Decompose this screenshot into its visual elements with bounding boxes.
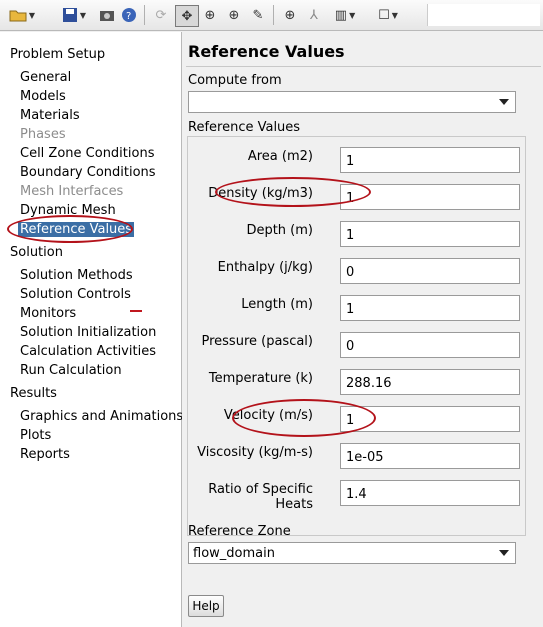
tree-item-plots[interactable]: Plots (20, 428, 51, 443)
tree-item-reports[interactable]: Reports (20, 447, 70, 462)
tree-item-calculation-activities[interactable]: Calculation Activities (20, 344, 156, 359)
probe-icon[interactable]: ✎ (248, 5, 268, 25)
tree-header-solution[interactable]: Solution (10, 245, 63, 260)
depth-field[interactable]: 1 (340, 221, 520, 247)
specific-heat-ratio-label: Ratio of Specific Heats (208, 482, 313, 512)
compute-from-select[interactable] (188, 91, 516, 113)
axes-icon[interactable]: ⅄ (304, 5, 324, 25)
help-circle-icon[interactable]: ? (120, 5, 138, 25)
zoom-in-icon[interactable]: ⊕ (224, 5, 244, 25)
reference-zone-value: flow_domain (193, 546, 275, 561)
zoom-box-icon[interactable]: ⊕ (280, 5, 300, 25)
specific-heat-ratio-field[interactable]: 1.4 (340, 480, 520, 506)
tree-item-solution-initialization[interactable]: Solution Initialization (20, 325, 156, 340)
pressure-field[interactable]: 0 (340, 332, 520, 358)
reference-values-panel: Reference Values Compute from Reference … (182, 32, 543, 627)
annotation-ellipse-velocity (232, 399, 376, 437)
tree-item-models[interactable]: Models (20, 89, 66, 104)
layout-icon[interactable]: ▥ ▼ (328, 5, 362, 25)
save-disk-icon[interactable]: ▼ (56, 5, 92, 25)
reference-values-group-label: Reference Values (188, 120, 301, 135)
open-folder-icon[interactable]: ▼ (8, 5, 36, 25)
tree-item-mesh-interfaces: Mesh Interfaces (20, 184, 124, 199)
reference-zone-label: Reference Zone (188, 524, 291, 539)
tree-item-solution-methods[interactable]: Solution Methods (20, 268, 133, 283)
toolbar: ▼ ▼ ? ⟳ ✥ ⊕ ⊕ ✎ ⊕ ⅄ ▥ ▼ ☐ ▼ (0, 0, 543, 31)
window-icon[interactable]: ☐ ▼ (368, 5, 408, 25)
annotation-dash-mark (130, 310, 142, 312)
depth-label: Depth (m) (246, 223, 313, 238)
annotation-ellipse-density (215, 177, 371, 207)
chevron-down-icon (499, 99, 509, 105)
pan-move-icon[interactable]: ✥ (175, 5, 199, 27)
panel-title: Reference Values (188, 42, 345, 61)
divider (186, 66, 541, 67)
tree-item-solution-controls[interactable]: Solution Controls (20, 287, 131, 302)
tree-item-general[interactable]: General (20, 70, 71, 85)
annotation-ellipse-reference-values (7, 215, 133, 243)
navigation-tree: Problem Setup General Models Materials P… (0, 32, 183, 627)
chevron-down-icon (499, 550, 509, 556)
tree-header-problem-setup[interactable]: Problem Setup (10, 47, 105, 62)
pressure-label: Pressure (pascal) (201, 334, 313, 349)
rotate-icon[interactable]: ⟳ (151, 5, 171, 25)
temperature-field[interactable]: 288.16 (340, 369, 520, 395)
zoom-fit-icon[interactable]: ⊕ (200, 5, 220, 25)
tree-item-cell-zone-conditions[interactable]: Cell Zone Conditions (20, 146, 154, 161)
toolbar-empty-area (427, 4, 540, 26)
enthalpy-label: Enthalpy (j/kg) (217, 260, 313, 275)
reference-zone-select[interactable]: flow_domain (188, 542, 516, 564)
tree-item-monitors[interactable]: Monitors (20, 306, 76, 321)
tree-item-run-calculation[interactable]: Run Calculation (20, 363, 122, 378)
enthalpy-field[interactable]: 0 (340, 258, 520, 284)
tree-item-graphics-and-animations[interactable]: Graphics and Animations (20, 409, 183, 424)
help-button[interactable]: Help (188, 595, 224, 617)
compute-from-label: Compute from (188, 73, 282, 88)
length-label: Length (m) (241, 297, 313, 312)
svg-text:?: ? (126, 11, 131, 22)
tree-item-boundary-conditions[interactable]: Boundary Conditions (20, 165, 156, 180)
viscosity-field[interactable]: 1e-05 (340, 443, 520, 469)
length-field[interactable]: 1 (340, 295, 520, 321)
temperature-label: Temperature (k) (208, 371, 313, 386)
tree-header-results[interactable]: Results (10, 386, 57, 401)
area-field[interactable]: 1 (340, 147, 520, 173)
area-label: Area (m2) (247, 149, 313, 164)
tree-item-phases: Phases (20, 127, 66, 142)
viscosity-label: Viscosity (kg/m-s) (197, 445, 313, 460)
tree-item-materials[interactable]: Materials (20, 108, 80, 123)
camera-icon[interactable] (98, 5, 116, 25)
